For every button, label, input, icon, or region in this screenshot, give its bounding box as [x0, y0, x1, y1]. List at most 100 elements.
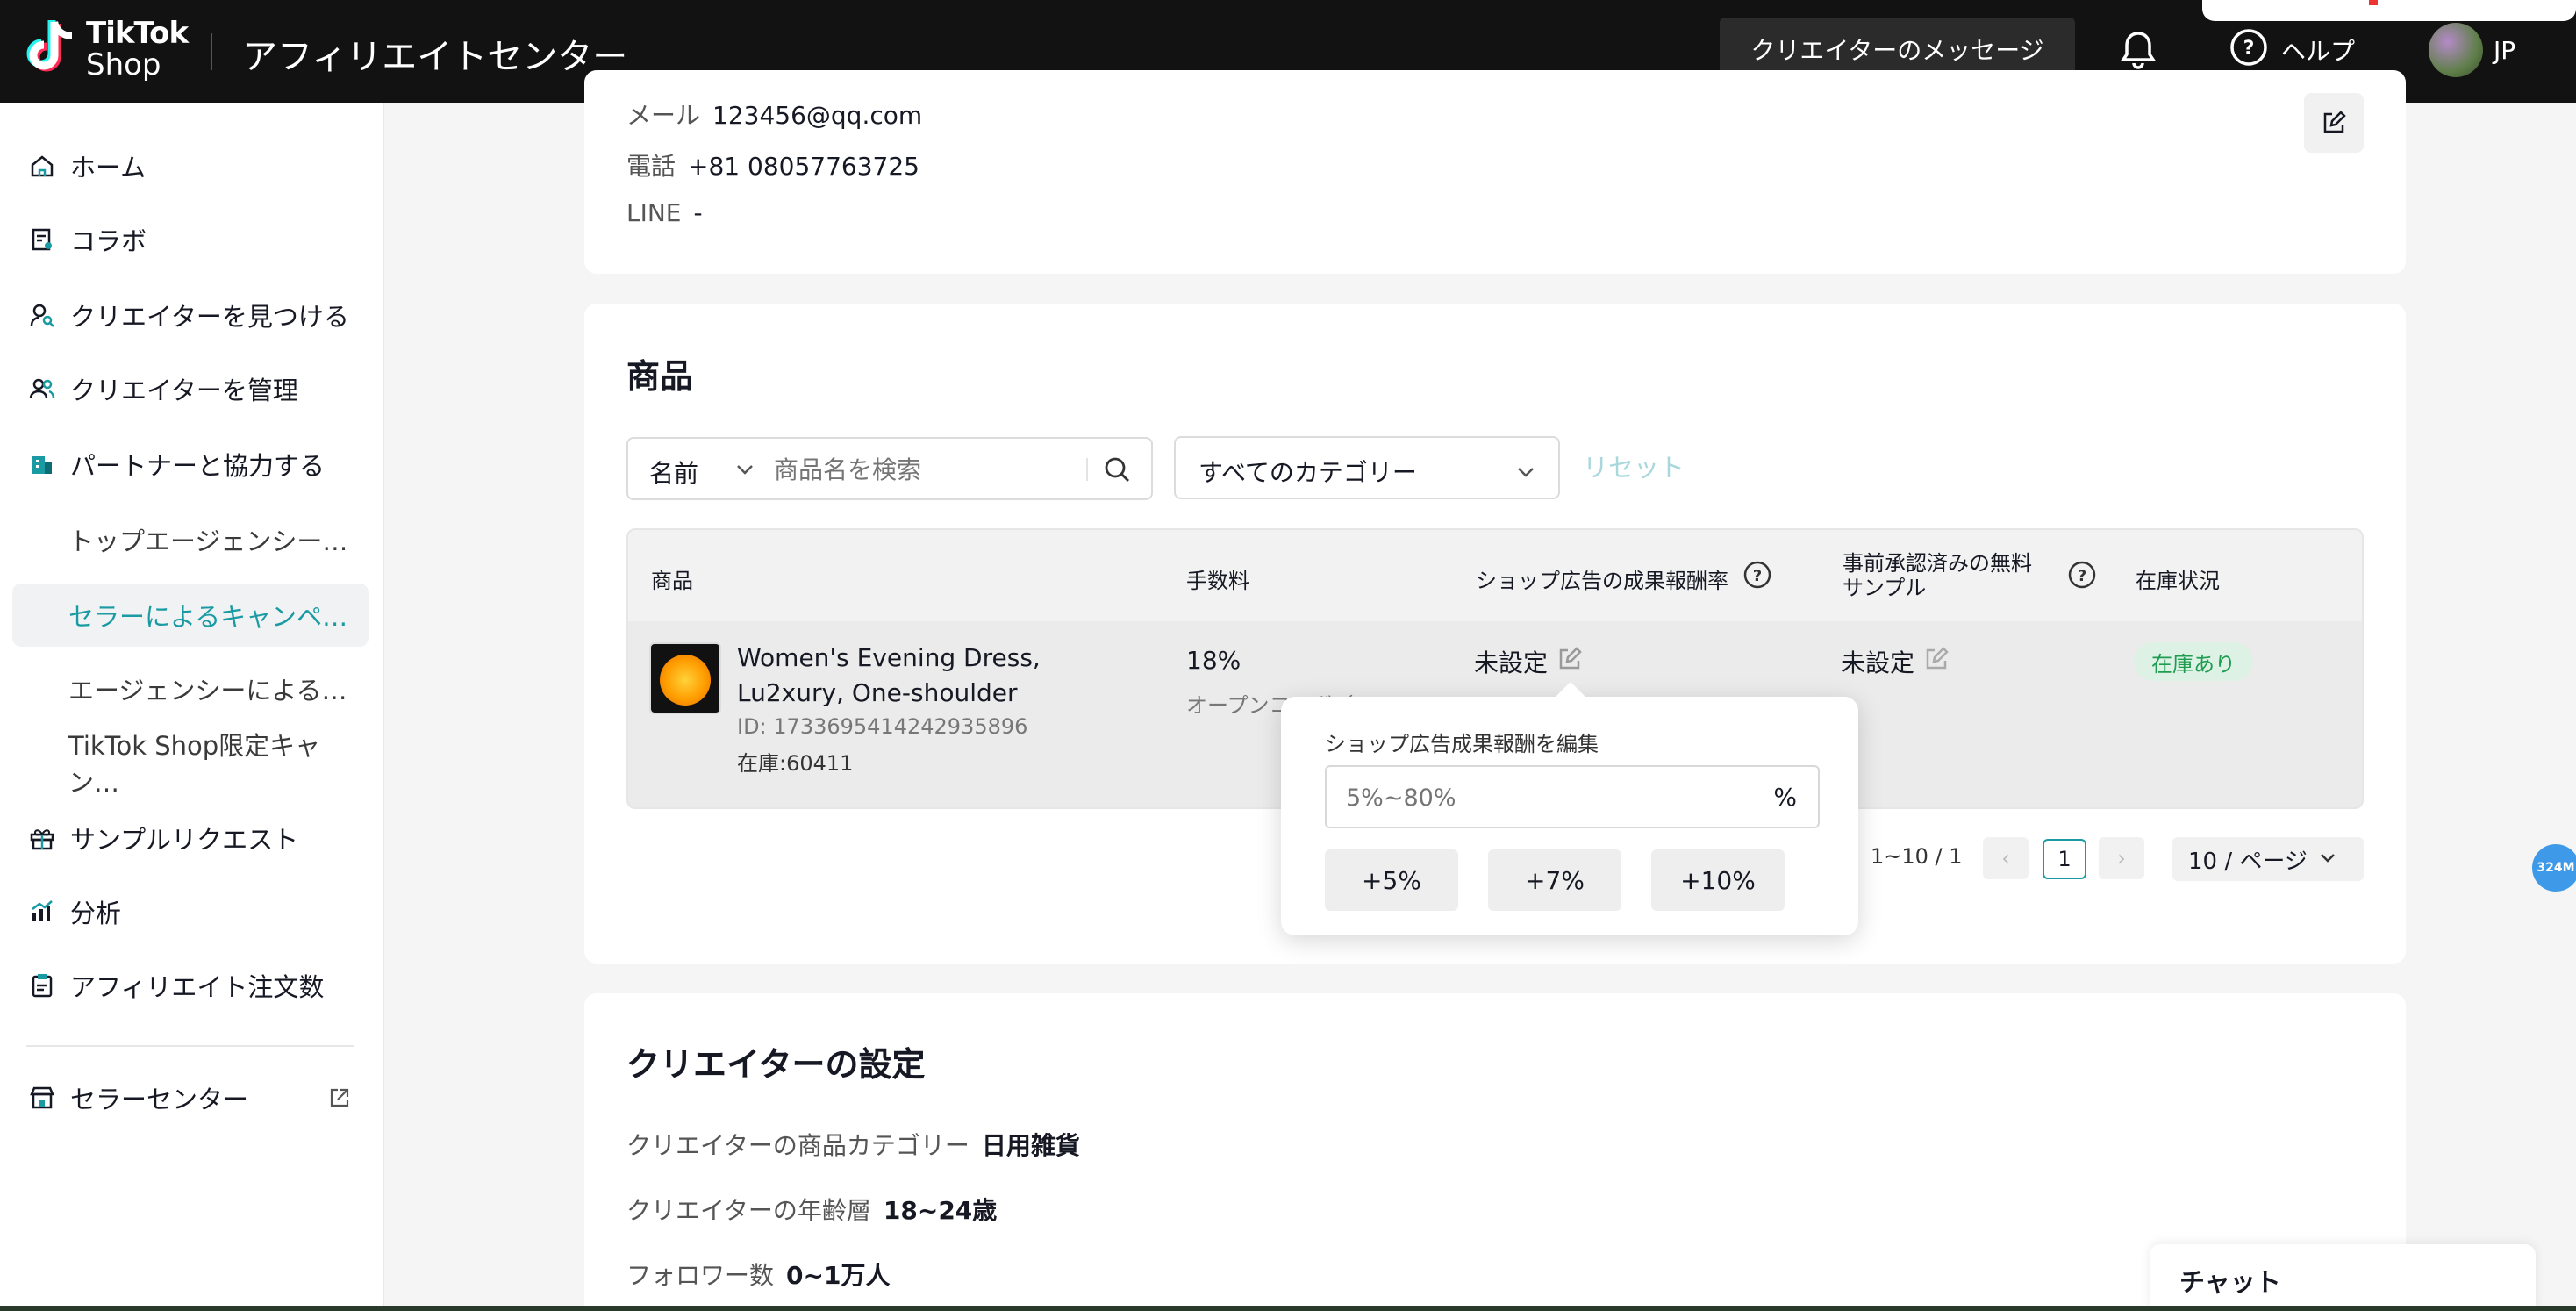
column-header-product: 商品 [651, 569, 693, 593]
followers-label: フォロワー数 [626, 1261, 775, 1290]
column-header-ad-rate: ショップ広告の成果報酬率 [1476, 569, 1728, 593]
sidebar-item-collab[interactable]: コラボ [12, 208, 369, 271]
help-icon: ? [2229, 27, 2269, 74]
sidebar-item-label: セラーセンター [70, 1085, 249, 1114]
sidebar-item-label: ホーム [70, 153, 147, 183]
page-number-button[interactable]: 1 [2043, 839, 2086, 879]
sidebar-item-tiktok-shop-campaign[interactable]: TikTok Shop限定キャン… [12, 731, 369, 798]
svg-text:?: ? [2243, 38, 2255, 60]
sidebar-item-sample-requests[interactable]: サンプルリクエスト [12, 806, 369, 870]
next-page-button[interactable]: › [2099, 837, 2144, 879]
help-button[interactable]: ? ヘルプ [2229, 28, 2355, 72]
external-link-icon [328, 1085, 351, 1115]
column-header-free-sample: 事前承認済みの無料 サンプル [1843, 551, 2032, 600]
sidebar-item-label: クリエイターを管理 [70, 376, 298, 405]
sidebar-item-label: TikTok Shop限定キャン… [68, 731, 321, 798]
edit-contact-button[interactable] [2304, 93, 2364, 153]
sidebar-item-seller-campaign[interactable]: セラーによるキャンペ… [12, 584, 369, 647]
category-select[interactable]: すべてのカテゴリー [1174, 436, 1560, 499]
sidebar-item-top-agency[interactable]: トップエージェンシー… [12, 508, 369, 571]
logo-text-tiktok: TikTok [86, 16, 189, 51]
store-icon [26, 1082, 58, 1114]
manage-creator-icon [26, 373, 58, 405]
add-10-percent-button[interactable]: +10% [1651, 849, 1785, 911]
line-value: - [693, 198, 703, 227]
tiktok-shop-logo[interactable]: TikTok Shop [25, 16, 189, 82]
followers-value: 0~1万人 [786, 1261, 891, 1290]
product-name[interactable]: Women's Evening Dress, Lu2xury, One-shou… [737, 641, 1123, 711]
tiktok-logo-icon [25, 18, 77, 80]
account-menu[interactable]: JP [2429, 23, 2515, 77]
chat-button[interactable]: チャット [2150, 1244, 2536, 1311]
sidebar-item-affiliate-orders[interactable]: アフィリエイト注文数 [12, 954, 369, 1017]
logo-text-shop: Shop [86, 47, 161, 82]
partner-icon [26, 448, 58, 480]
table-header: 商品 手数料 ショップ広告の成果報酬率 ? 事前承認済みの無料 サンプル ? 在庫… [626, 528, 2364, 623]
edit-icon[interactable] [1556, 646, 1583, 678]
add-7-percent-button[interactable]: +7% [1488, 849, 1621, 911]
sidebar-item-seller-center[interactable]: セラーセンター [12, 1066, 369, 1129]
commission-rate: 18% [1186, 646, 1241, 675]
line-label: LINE [626, 198, 682, 227]
sidebar-item-label: セラーによるキャンペ… [68, 602, 348, 632]
ad-commission-field: % [1325, 765, 1820, 828]
sidebar-item-label: 分析 [70, 899, 122, 928]
ad-commission-input[interactable] [1346, 781, 1750, 814]
sidebar-item-analytics[interactable]: 分析 [12, 880, 369, 943]
chevron-left-icon: ‹ [2001, 846, 2010, 870]
home-icon [26, 150, 58, 182]
help-circle-icon[interactable]: ? [1742, 560, 1772, 593]
floating-memory-badge[interactable]: 324M [2532, 844, 2576, 892]
search-icon[interactable] [1102, 455, 1132, 488]
edit-ad-commission-popover: ショップ広告成果報酬を編集 % +5% +7% +10% [1281, 682, 1858, 935]
find-creator-icon [26, 299, 58, 331]
sidebar-item-label: コラボ [70, 226, 147, 256]
search-field-select[interactable]: 名前 [649, 455, 698, 490]
product-search: 名前 [626, 437, 1153, 500]
sidebar-item-label: エージェンシーによる… [68, 676, 347, 706]
sidebar-item-agency-campaign[interactable]: エージェンシーによる… [12, 657, 369, 720]
phone-value: +81 08057763725 [688, 152, 919, 181]
column-header-free-sample-line1: 事前承認済みの無料 [1843, 551, 2032, 576]
header-divider [211, 33, 212, 70]
reset-button[interactable]: リセット [1583, 448, 1685, 484]
product-thumbnail[interactable] [649, 642, 721, 714]
edit-icon [2323, 111, 2346, 133]
column-header-commission: 手数料 [1186, 569, 1249, 593]
edit-icon[interactable] [1923, 646, 1950, 678]
category-select-value: すべてのカテゴリー [1199, 458, 1417, 487]
sidebar-item-home[interactable]: ホーム [12, 134, 369, 197]
chevron-down-icon [2318, 846, 2337, 872]
phone-label: 電話 [626, 152, 676, 181]
pagination-summary: 1~10 / 1 [1871, 844, 1963, 869]
line-row: LINE - [626, 198, 703, 227]
chevron-down-icon[interactable] [733, 460, 756, 483]
sidebar-item-label: サンプルリクエスト [70, 825, 299, 855]
product-id: ID: 1733695414242935896 [737, 714, 1028, 739]
phone-row: 電話 +81 08057763725 [626, 147, 919, 183]
help-circle-icon[interactable]: ? [2067, 560, 2097, 593]
collab-icon [26, 224, 58, 255]
sidebar-item-find-creators[interactable]: クリエイターを見つける [12, 283, 369, 347]
search-input[interactable] [774, 451, 1090, 488]
help-label: ヘルプ [2281, 37, 2356, 66]
sidebar-item-partners[interactable]: パートナーと協力する [12, 433, 369, 496]
prev-page-button[interactable]: ‹ [1983, 837, 2029, 879]
creator-settings-title: クリエイターの設定 [626, 1045, 926, 1084]
chevron-right-icon: › [2117, 846, 2126, 870]
sidebar-item-label: アフィリエイト注文数 [70, 972, 325, 1002]
add-5-percent-button[interactable]: +5% [1325, 849, 1458, 911]
page-size-select[interactable]: 10 / ページ [2172, 837, 2364, 881]
status-badge: 在庫あり [2134, 642, 2253, 681]
creator-age-row: クリエイターの年齢層 18~24歳 [626, 1192, 997, 1227]
creator-category-row: クリエイターの商品カテゴリー 日用雑貨 [626, 1127, 1080, 1162]
product-stock: 在庫:60411 [737, 751, 854, 776]
gift-icon [26, 822, 58, 854]
email-value: 123456@qq.com [712, 101, 923, 130]
column-header-stock: 在庫状況 [2136, 569, 2220, 593]
bell-icon[interactable] [2116, 28, 2160, 72]
region-label: JP [2494, 35, 2516, 65]
sidebar-item-label: トップエージェンシー… [68, 527, 348, 556]
sidebar-divider [26, 1045, 354, 1047]
sidebar-item-manage-creators[interactable]: クリエイターを管理 [12, 357, 369, 420]
